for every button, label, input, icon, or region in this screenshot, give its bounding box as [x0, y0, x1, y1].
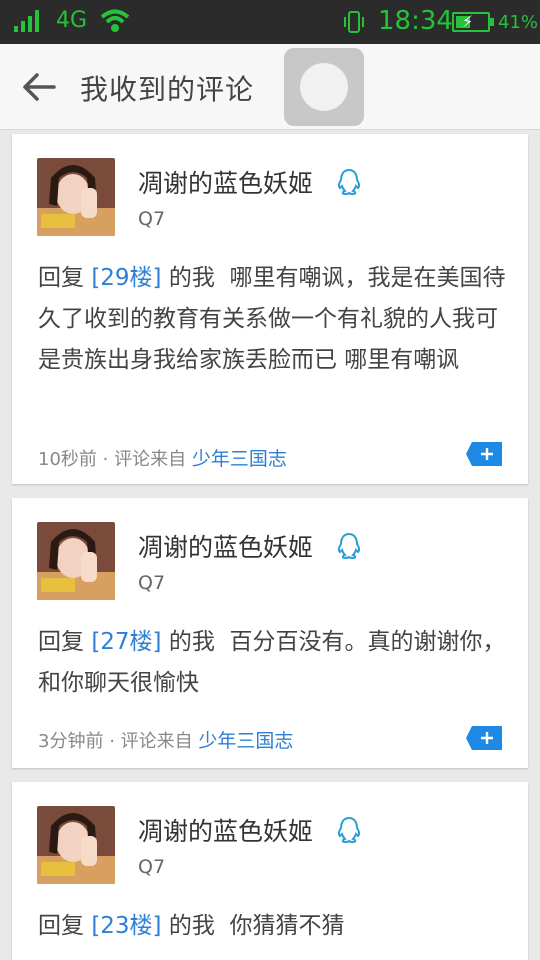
qq-icon [337, 532, 361, 560]
signal-icon [14, 10, 39, 32]
floor-link[interactable]: [29楼] [91, 265, 161, 291]
vibrate-icon [344, 11, 364, 33]
username[interactable]: 凋谢的蓝色妖姬 [138, 812, 313, 848]
username[interactable]: 凋谢的蓝色妖姬 [138, 164, 313, 200]
battery-percent: 41% [498, 12, 539, 33]
source-link[interactable]: 少年三国志 [198, 730, 293, 752]
page-title: 我收到的评论 [80, 73, 255, 106]
comment-card[interactable]: 凋谢的蓝色妖姬 Q7 回复 [23楼] 的我 你猜猜不猜 [12, 782, 528, 960]
comment-card[interactable]: 凋谢的蓝色妖姬 Q7 回复 [27楼] 的我 百分百没有。真的谢谢你，和你聊天很… [12, 498, 528, 768]
comment-card[interactable]: 凋谢的蓝色妖姬 Q7 回复 [29楼] 的我 哪里有嘲讽，我是在美国待久了收到的… [12, 134, 528, 484]
comment-meta: 3分钟前 · 评论来自 少年三国志 [38, 730, 294, 752]
reply-add-icon[interactable] [466, 442, 502, 466]
app-header: 我收到的评论 [0, 44, 540, 130]
comment-text: 回复 [23楼] 的我 你猜猜不猜 [38, 913, 345, 939]
timestamp: 3分钟前 [38, 731, 104, 752]
comment-text: 回复 [27楼] 的我 百分百没有。真的谢谢你，和你聊天很愉快 [38, 629, 506, 696]
reply-add-icon[interactable] [466, 726, 502, 750]
wifi-icon [100, 9, 130, 32]
qq-icon [337, 168, 361, 196]
status-bar: 4G 18:34 ⚡ 41% [0, 0, 540, 44]
comment-text: 回复 [29楼] 的我 哪里有嘲讽，我是在美国待久了收到的教育有关系做一个有礼貌… [38, 265, 506, 373]
battery-icon: ⚡ [452, 12, 494, 32]
floating-assist-button[interactable] [284, 48, 364, 126]
clock: 18:34 [378, 6, 453, 36]
source-link[interactable]: 少年三国志 [192, 448, 287, 470]
device-label: Q7 [138, 208, 166, 230]
floor-link[interactable]: [27楼] [91, 629, 161, 655]
avatar[interactable] [37, 522, 115, 600]
device-label: Q7 [138, 856, 166, 878]
comment-meta: 10秒前 · 评论来自 少年三国志 [38, 448, 287, 470]
timestamp: 10秒前 [38, 449, 97, 470]
avatar[interactable] [37, 806, 115, 884]
network-type: 4G [56, 8, 88, 33]
qq-icon [337, 816, 361, 844]
back-arrow-icon[interactable] [22, 72, 56, 102]
device-label: Q7 [138, 572, 166, 594]
username[interactable]: 凋谢的蓝色妖姬 [138, 528, 313, 564]
avatar[interactable] [37, 158, 115, 236]
floor-link[interactable]: [23楼] [91, 913, 161, 939]
